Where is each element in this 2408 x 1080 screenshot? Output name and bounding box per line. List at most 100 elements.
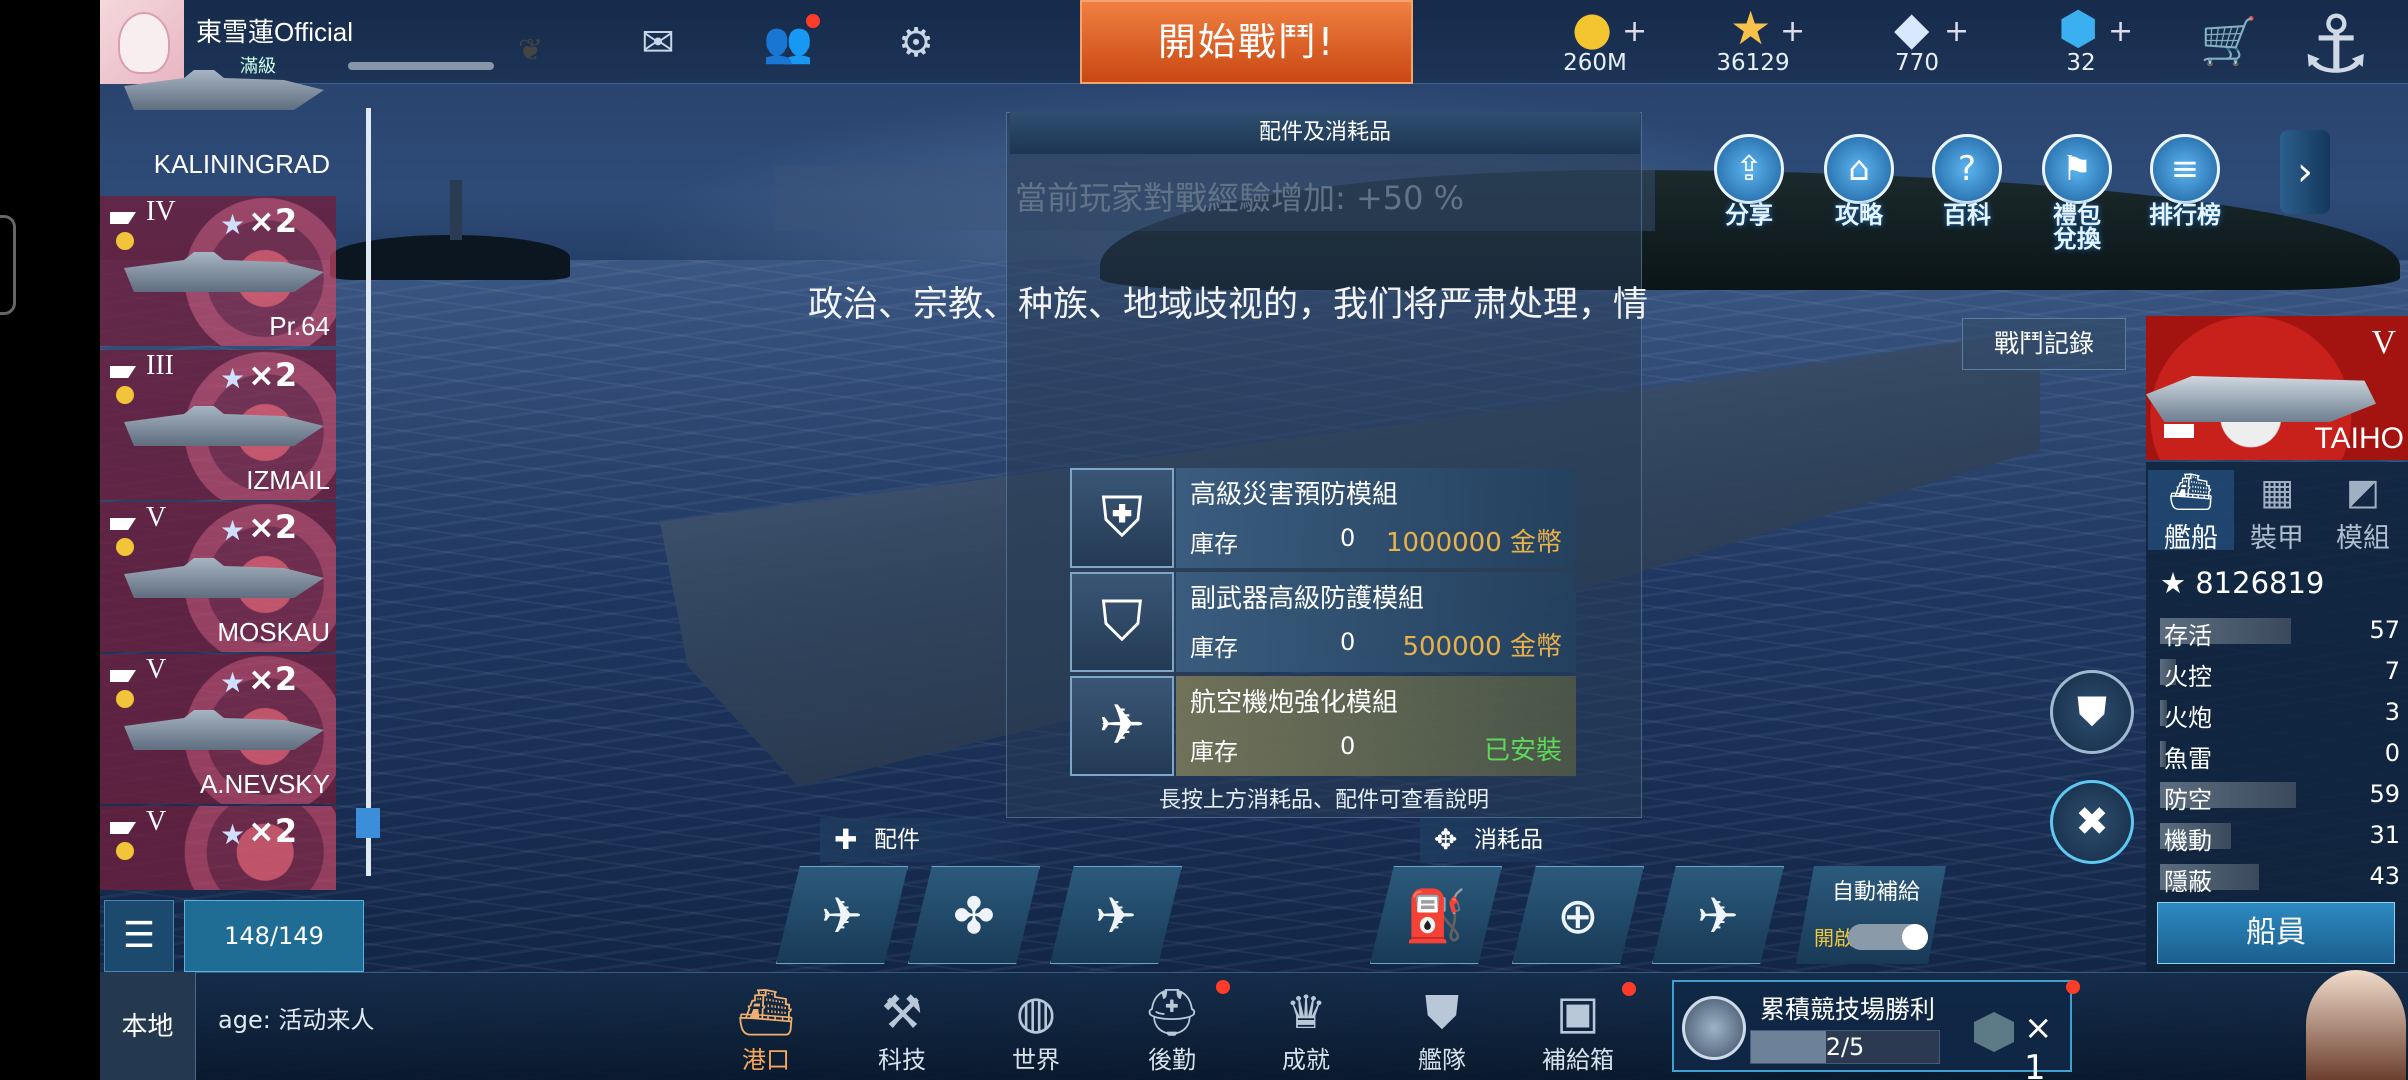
nav-world[interactable]: ◍ 世界 [986, 984, 1086, 1080]
tab-ship[interactable]: ⛴ 艦船 [2148, 470, 2234, 554]
share-icon: ⇪ [1714, 134, 1784, 204]
flag-icon [110, 366, 136, 378]
selected-ship-card[interactable]: V TAIHO [2146, 316, 2408, 460]
stat-value: 7 [2384, 657, 2400, 685]
cube-resource[interactable]: ⬢ + 32 [2016, 0, 2146, 84]
ship-card[interactable]: V ★ ×2 A.NEVSKY [100, 654, 336, 804]
consumable-item[interactable]: ⛨ 高級災害預防模組 庫存 0 1000000 金幣 [1070, 468, 1580, 568]
leaderboard-button[interactable]: ≡ 排行榜 [2140, 134, 2230, 244]
consumable-item[interactable]: ✈ 航空機炮強化模組 庫存 0 已安裝 [1070, 676, 1580, 776]
stat-value: 3 [2384, 698, 2400, 726]
tab-module[interactable]: ◩ 模組 [2320, 470, 2406, 554]
gift-redeem-button[interactable]: ⚑ 禮包 兌換 [2032, 134, 2122, 252]
ship-card[interactable]: V ★ ×2 [100, 806, 336, 890]
chevron-right-icon[interactable]: › [2280, 130, 2330, 214]
stat-row: 火控 7 [2160, 655, 2400, 691]
nav-harbor[interactable]: ⛴ 港口 [716, 984, 816, 1080]
flag-icon [110, 670, 136, 682]
item-row: 航空機炮強化模組 庫存 0 已安裝 [1176, 676, 1576, 776]
notification-dot [2066, 980, 2080, 994]
start-battle-button[interactable]: 開始戰鬥! [1080, 0, 1413, 84]
chat-channel-button[interactable]: 本地 [100, 972, 196, 1080]
wiki-button[interactable]: ? 百科 [1922, 134, 2012, 244]
logistics-icon: ⛑ [1142, 985, 1202, 1039]
fleet-emblem-button[interactable]: ⛊ [2050, 670, 2134, 754]
plus-icon[interactable]: + [2108, 14, 2133, 49]
arena-progress-card[interactable]: 累積競技場勝利 2/5 × 1 [1672, 980, 2072, 1080]
ship-card[interactable]: IV ★ ×2 Pr.64 [100, 196, 336, 346]
harbor-icon: ⛴ [736, 985, 796, 1039]
flag-icon [110, 518, 136, 530]
plus-icon[interactable]: + [1944, 14, 1969, 49]
nav-fleet[interactable]: ⛊ 艦隊 [1392, 984, 1492, 1080]
stock-value: 0 [1340, 732, 1356, 760]
redeem-label: 兌換 [2053, 225, 2101, 253]
captain-avatar[interactable] [2306, 970, 2406, 1080]
guide-label: 攻略 [1835, 201, 1883, 229]
ship-card[interactable]: V ★ ×2 MOSKAU [100, 502, 336, 652]
nav-supply-box[interactable]: ▣ 補給箱 [1528, 984, 1628, 1080]
share-button[interactable]: ⇪ 分享 [1704, 134, 1794, 244]
tab-label: 模組 [2336, 523, 2390, 554]
gold-resource[interactable]: ● + 260M [1530, 0, 1660, 84]
star-icon: ★ [1730, 1, 1772, 55]
scrolling-notice: 政治、宗教、种族、地域歧视的，我们将严肃处理，情 [808, 285, 1649, 325]
star-icon: ★ [220, 514, 246, 547]
nav-logistics[interactable]: ⛑ 後勤 [1122, 984, 1222, 1080]
consumables-label: 消耗品 [1474, 827, 1543, 853]
diamond-resource[interactable]: ◆ + 770 [1852, 0, 1982, 84]
gear-icon[interactable]: ⚙ [888, 18, 944, 68]
ship-thumbnail [124, 558, 324, 598]
tab-label: 裝甲 [2250, 523, 2304, 554]
ship-card[interactable]: III ★ ×2 IZMAIL [100, 350, 336, 500]
screen-edge [0, 0, 100, 1080]
notification-dot [1622, 982, 1636, 996]
tab-armor[interactable]: ▦ 裝甲 [2234, 470, 2320, 554]
anchor-icon[interactable]: ⚓ [2300, 0, 2372, 90]
chat-preview[interactable]: age: 活动来人 [218, 1000, 374, 1035]
plus-icon[interactable]: + [1780, 14, 1805, 49]
secondary-armor-icon: ⛉ [1070, 572, 1174, 672]
flag-icon [110, 212, 136, 224]
item-name: 高級災害預防模組 [1190, 480, 1399, 510]
ship-card[interactable]: KALININGRAD [100, 44, 336, 184]
ship-count: 148/149 [184, 900, 364, 972]
item-price[interactable]: 500000 金幣 [1402, 626, 1562, 663]
stock-label: 庫存 [1190, 738, 1238, 766]
plus-icon[interactable]: + [1622, 14, 1647, 49]
long-press-hint: 長按上方消耗品、配件可查看說明 [1158, 788, 1489, 813]
ship-name: MOSKAU [217, 617, 330, 647]
stat-label: 機動 [2164, 827, 2212, 855]
mail-icon[interactable]: ✉ [630, 18, 686, 68]
nav-label: 世界 [1012, 1046, 1060, 1074]
experience-bar [348, 62, 494, 70]
repair-tools-button[interactable]: ✖ [2050, 780, 2134, 864]
notification-dot [1216, 980, 1230, 994]
list-view-button[interactable]: ☰ [104, 900, 174, 972]
star-icon: ★ [220, 666, 246, 699]
consumable-item[interactable]: ⛉ 副武器高級防護模組 庫存 0 500000 金幣 [1070, 572, 1580, 672]
crew-button[interactable]: 船員 [2157, 902, 2395, 964]
battle-record-button[interactable]: 戰鬥記錄 [1962, 318, 2126, 370]
stat-label: 火炮 [2164, 704, 2212, 732]
nav-label: 科技 [878, 1046, 926, 1074]
scrollbar-thumb[interactable] [356, 808, 380, 838]
ship-list-scrollbar[interactable] [366, 108, 371, 876]
guide-button[interactable]: ⌂ 攻略 [1814, 134, 1904, 244]
diamond-icon: ◆ [1894, 1, 1930, 55]
auto-supply-toggle[interactable] [1848, 924, 1928, 950]
stat-label: 隱蔽 [2164, 868, 2212, 896]
gift-icon: ⚑ [2042, 134, 2112, 204]
shop-cart-icon[interactable]: 🛒 [2200, 14, 2257, 69]
nav-achievements[interactable]: ♛ 成就 [1256, 984, 1356, 1080]
nav-tech[interactable]: ⚒ 科技 [852, 984, 952, 1080]
ship-name: Pr.64 [269, 311, 330, 341]
star-icon: ★ [220, 818, 246, 851]
armor-icon: ▦ [2259, 472, 2294, 513]
ship-tier: V [2371, 324, 2396, 361]
leaderboard-icon: ≡ [2150, 134, 2220, 204]
question-icon: ? [1932, 134, 2002, 204]
item-price[interactable]: 1000000 金幣 [1386, 522, 1562, 559]
star-resource[interactable]: ★ + 36129 [1688, 0, 1818, 84]
arena-medal-icon [1682, 996, 1746, 1060]
